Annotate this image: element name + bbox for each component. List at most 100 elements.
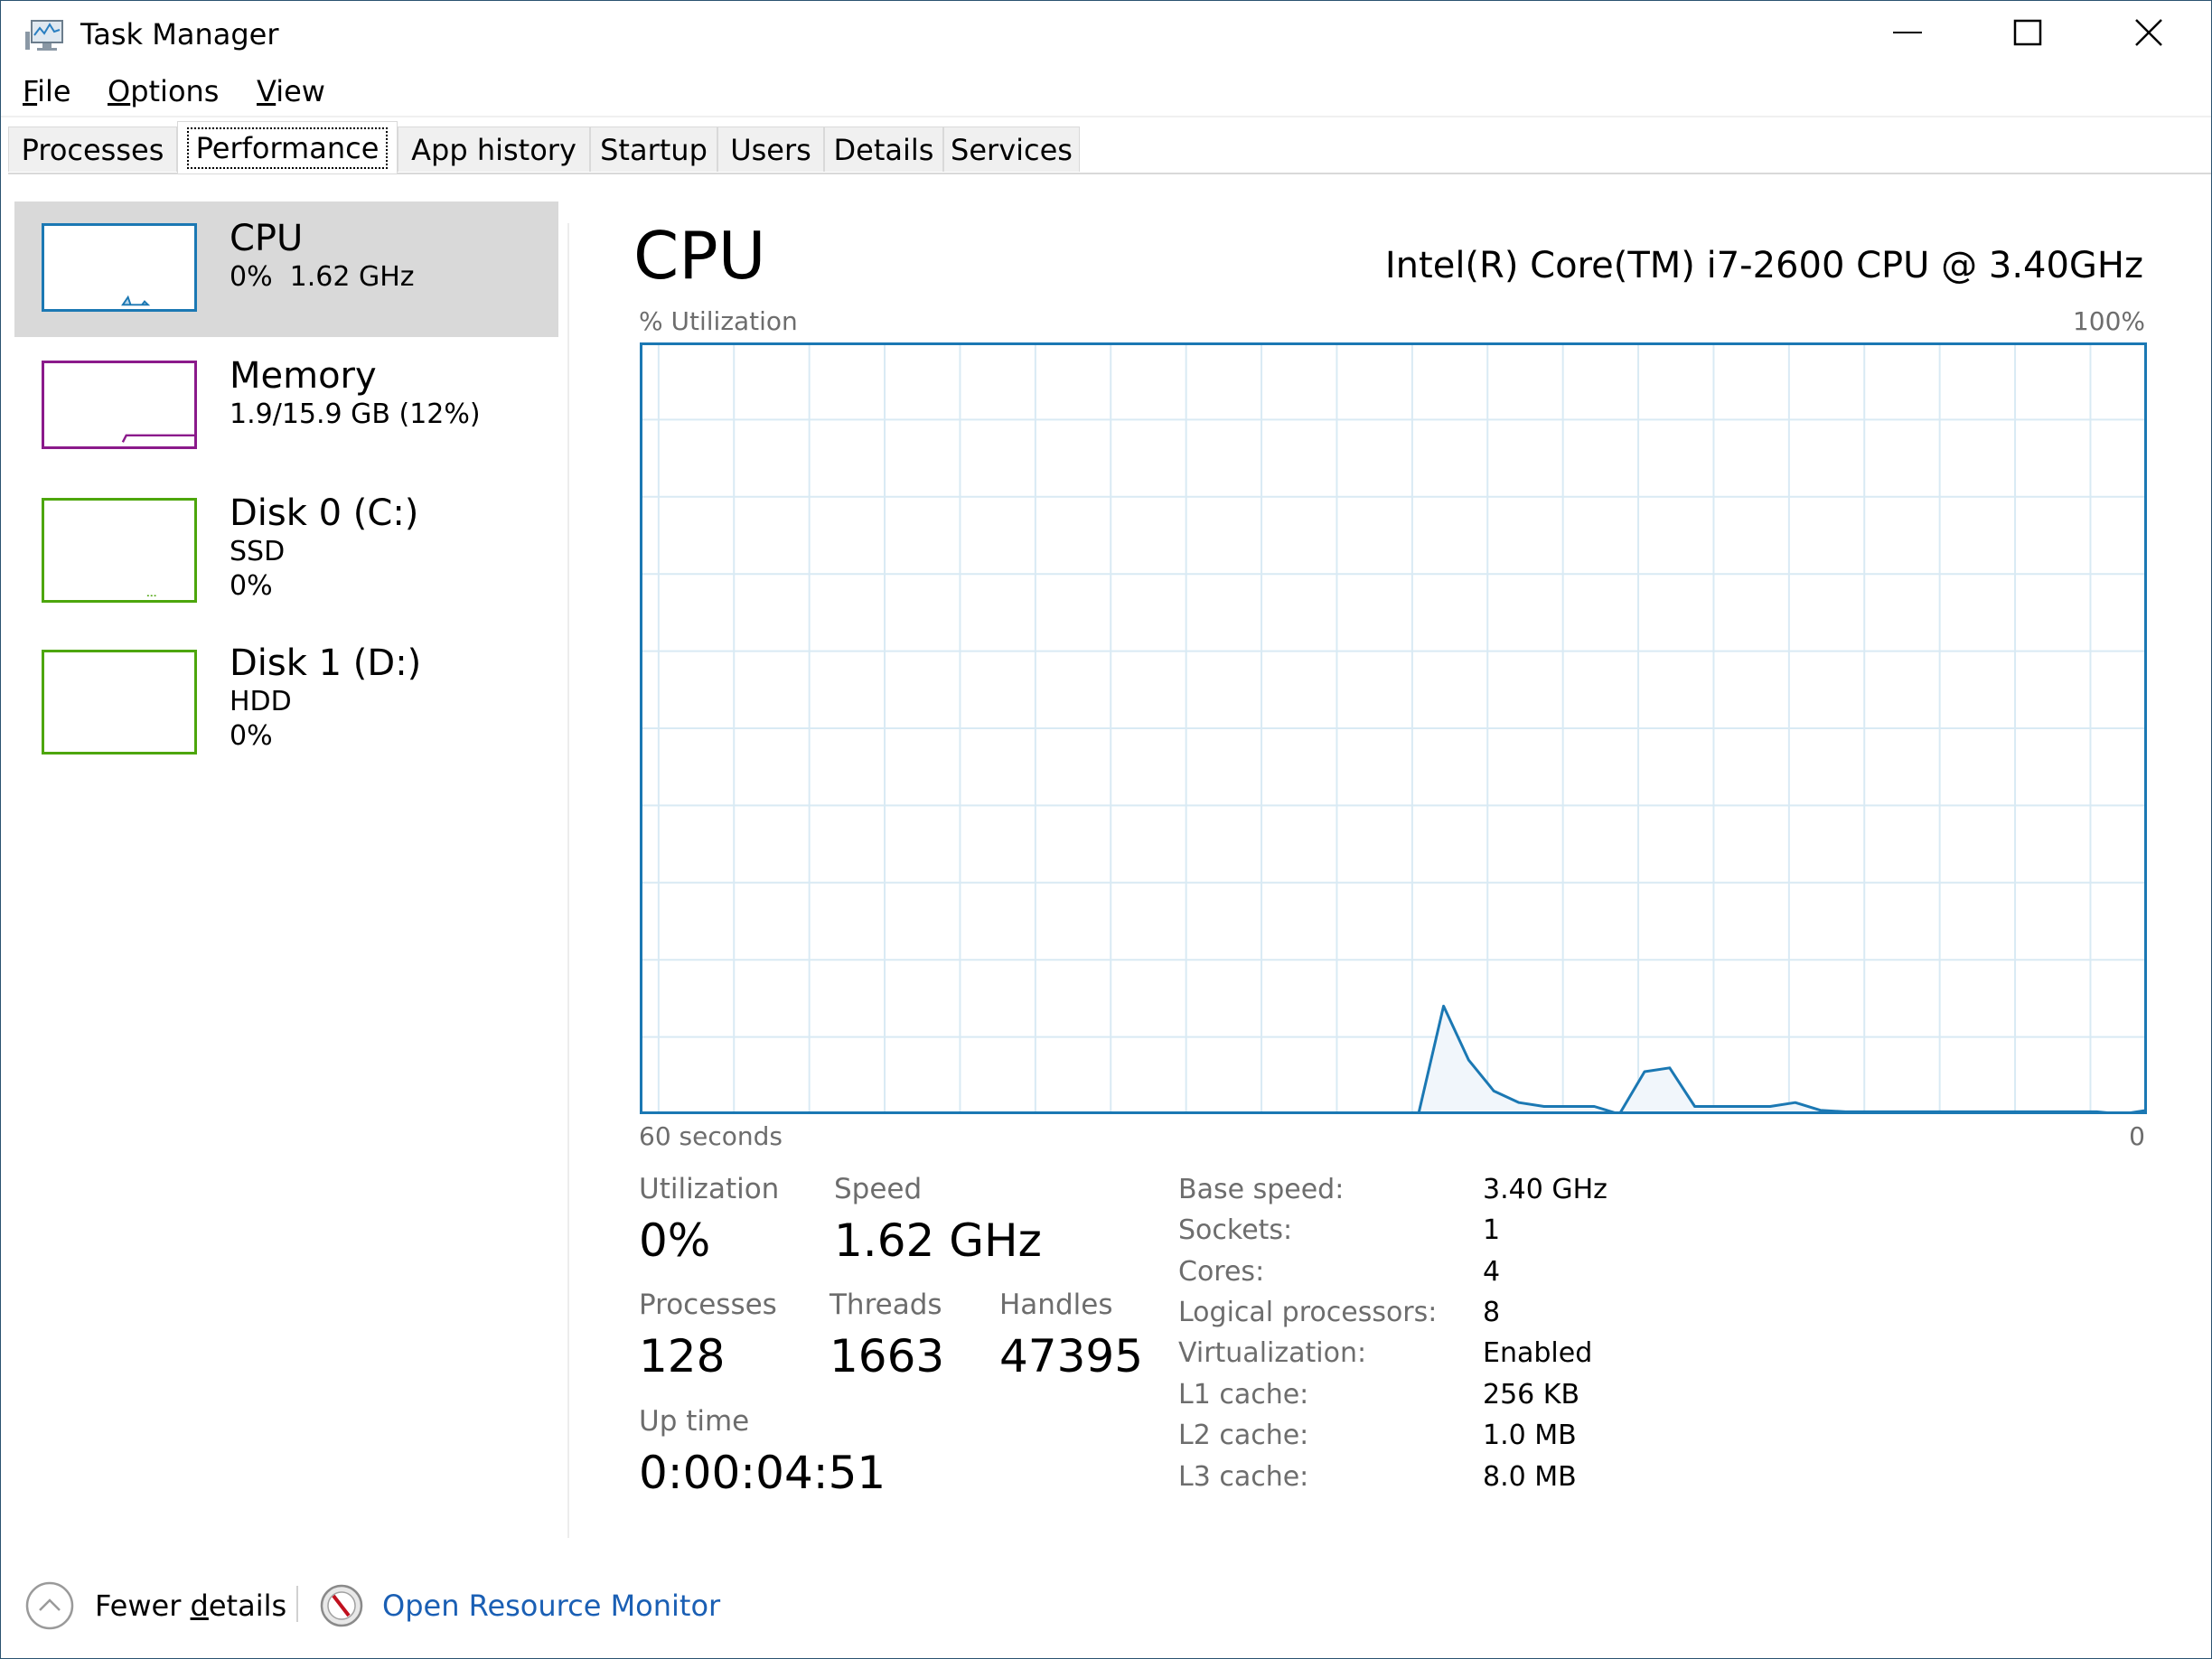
menu-view-mnemonic: V bbox=[257, 74, 276, 108]
threads-value: 1663 bbox=[830, 1330, 945, 1382]
sidebar-memory-usage: 1.9/15.9 GB (12%) bbox=[230, 398, 481, 430]
close-button[interactable] bbox=[2090, 1, 2207, 64]
title-bar[interactable]: Task Manager bbox=[1, 1, 2211, 64]
sidebar-disk0-usage: 0% bbox=[230, 570, 273, 602]
resource-monitor-icon bbox=[320, 1584, 363, 1627]
chart-y-max-label: 100% bbox=[2072, 306, 2145, 336]
sidebar-item-disk-0[interactable]: Disk 0 (C:) SSD 0% bbox=[14, 476, 558, 612]
speed-label: Speed bbox=[834, 1173, 923, 1205]
utilization-label: Utilization bbox=[639, 1173, 780, 1205]
uptime-label: Up time bbox=[639, 1405, 750, 1438]
chart-y-label: % Utilization bbox=[639, 306, 798, 336]
handles-label: Handles bbox=[999, 1289, 1113, 1321]
fewer-details-button[interactable]: Fewer details bbox=[24, 1580, 286, 1631]
tab-bar: Processes Performance App history Startu… bbox=[8, 121, 2211, 174]
info-label-logical-processors: Logical processors: bbox=[1178, 1297, 1438, 1328]
tab-processes-label: Processes bbox=[21, 132, 164, 167]
tab-details-label: Details bbox=[833, 132, 934, 167]
tab-users-label: Users bbox=[730, 132, 811, 167]
disk1-thumbnail-graph bbox=[42, 650, 197, 755]
info-label-base-speed: Base speed: bbox=[1178, 1174, 1345, 1205]
menu-file-mnemonic: F bbox=[23, 74, 38, 108]
tab-users[interactable]: Users bbox=[717, 127, 824, 172]
menu-bar: File Options View bbox=[1, 69, 2211, 117]
info-label-l1-cache: L1 cache: bbox=[1178, 1379, 1309, 1411]
info-value-l3-cache: 8.0 MB bbox=[1483, 1461, 1577, 1493]
disk0-thumbnail-graph bbox=[42, 498, 197, 603]
info-value-sockets: 1 bbox=[1483, 1214, 1501, 1246]
maximize-button[interactable] bbox=[1969, 1, 2086, 64]
info-value-virtualization: Enabled bbox=[1483, 1337, 1593, 1369]
open-resource-monitor-link[interactable]: Open Resource Monitor bbox=[319, 1580, 720, 1631]
info-label-l3-cache: L3 cache: bbox=[1178, 1461, 1309, 1493]
menu-file-label: ile bbox=[37, 74, 71, 108]
task-manager-window: Task Manager File Options View Processes… bbox=[0, 0, 2212, 1659]
maximize-icon bbox=[2013, 19, 2042, 46]
minimize-button[interactable] bbox=[1849, 1, 1966, 64]
open-resource-monitor-label: Open Resource Monitor bbox=[382, 1589, 721, 1623]
info-value-cores: 4 bbox=[1483, 1256, 1501, 1288]
footer-separator bbox=[296, 1586, 298, 1622]
cpu-model-name: Intel(R) Core(TM) i7-2600 CPU @ 3.40GHz bbox=[1384, 245, 2143, 286]
footer-bar: Fewer details Open Resource Monitor bbox=[1, 1573, 2211, 1636]
info-label-cores: Cores: bbox=[1178, 1256, 1265, 1288]
tab-processes[interactable]: Processes bbox=[8, 127, 177, 172]
info-label-sockets: Sockets: bbox=[1178, 1214, 1293, 1246]
memory-thumbnail-graph bbox=[42, 361, 197, 449]
close-icon bbox=[2135, 19, 2162, 46]
sidebar-cpu-usage: 0% 1.62 GHz bbox=[230, 261, 415, 293]
tab-app-history-label: App history bbox=[411, 132, 576, 167]
chart-x-right-label: 0 bbox=[2129, 1121, 2145, 1151]
task-manager-app-icon bbox=[25, 20, 63, 51]
info-label-virtualization: Virtualization: bbox=[1178, 1337, 1367, 1369]
uptime-value: 0:00:04:51 bbox=[639, 1447, 886, 1499]
menu-options-mnemonic: O bbox=[108, 74, 131, 108]
sidebar-item-cpu[interactable]: CPU 0% 1.62 GHz bbox=[14, 202, 558, 337]
info-label-l2-cache: L2 cache: bbox=[1178, 1420, 1309, 1451]
processes-label: Processes bbox=[639, 1289, 777, 1321]
sidebar-disk1-title: Disk 1 (D:) bbox=[230, 642, 422, 684]
tab-performance[interactable]: Performance bbox=[177, 121, 398, 173]
menu-view-label: iew bbox=[276, 74, 325, 108]
sidebar-disk0-type: SSD bbox=[230, 536, 286, 567]
menu-file[interactable]: File bbox=[23, 74, 71, 108]
sidebar-cpu-title: CPU bbox=[230, 218, 304, 259]
tab-details[interactable]: Details bbox=[824, 127, 943, 172]
info-value-logical-processors: 8 bbox=[1483, 1297, 1501, 1328]
info-value-base-speed: 3.40 GHz bbox=[1483, 1174, 1607, 1205]
tab-performance-label: Performance bbox=[186, 127, 389, 169]
tab-services[interactable]: Services bbox=[943, 127, 1080, 172]
fewer-details-mnemonic: d bbox=[190, 1589, 209, 1623]
sidebar-item-memory[interactable]: Memory 1.9/15.9 GB (12%) bbox=[14, 339, 558, 474]
menu-view[interactable]: View bbox=[257, 74, 325, 108]
tab-app-history[interactable]: App history bbox=[398, 127, 590, 172]
minimize-icon bbox=[1893, 32, 1922, 33]
fewer-details-text-post: etails bbox=[208, 1589, 287, 1623]
chart-x-left-label: 60 seconds bbox=[639, 1121, 783, 1151]
sidebar-divider[interactable] bbox=[567, 223, 569, 1538]
menu-options[interactable]: Options bbox=[108, 74, 219, 108]
handles-value: 47395 bbox=[999, 1330, 1144, 1382]
fewer-details-label: Fewer details bbox=[95, 1589, 286, 1623]
sidebar-disk1-type: HDD bbox=[230, 686, 292, 717]
chevron-up-circle-icon bbox=[25, 1581, 74, 1630]
speed-value: 1.62 GHz bbox=[834, 1214, 1042, 1267]
threads-label: Threads bbox=[830, 1289, 942, 1321]
fewer-details-text-pre: Fewer bbox=[95, 1589, 191, 1623]
menu-options-label: ptions bbox=[130, 74, 220, 108]
processes-value: 128 bbox=[639, 1330, 726, 1382]
utilization-value: 0% bbox=[639, 1214, 711, 1267]
cpu-thumbnail-graph bbox=[42, 223, 197, 312]
tab-startup[interactable]: Startup bbox=[590, 127, 717, 172]
sidebar-disk0-title: Disk 0 (C:) bbox=[230, 492, 419, 534]
tab-startup-label: Startup bbox=[600, 132, 708, 167]
sidebar-memory-title: Memory bbox=[230, 355, 377, 397]
sidebar-item-disk-1[interactable]: Disk 1 (D:) HDD 0% bbox=[14, 626, 558, 762]
panel-title: CPU bbox=[633, 218, 766, 294]
sidebar-disk1-usage: 0% bbox=[230, 720, 273, 752]
info-value-l2-cache: 1.0 MB bbox=[1483, 1420, 1577, 1451]
window-title: Task Manager bbox=[80, 17, 279, 52]
tab-services-label: Services bbox=[951, 132, 1073, 167]
cpu-utilization-chart bbox=[640, 342, 2147, 1114]
info-value-l1-cache: 256 KB bbox=[1483, 1379, 1580, 1411]
